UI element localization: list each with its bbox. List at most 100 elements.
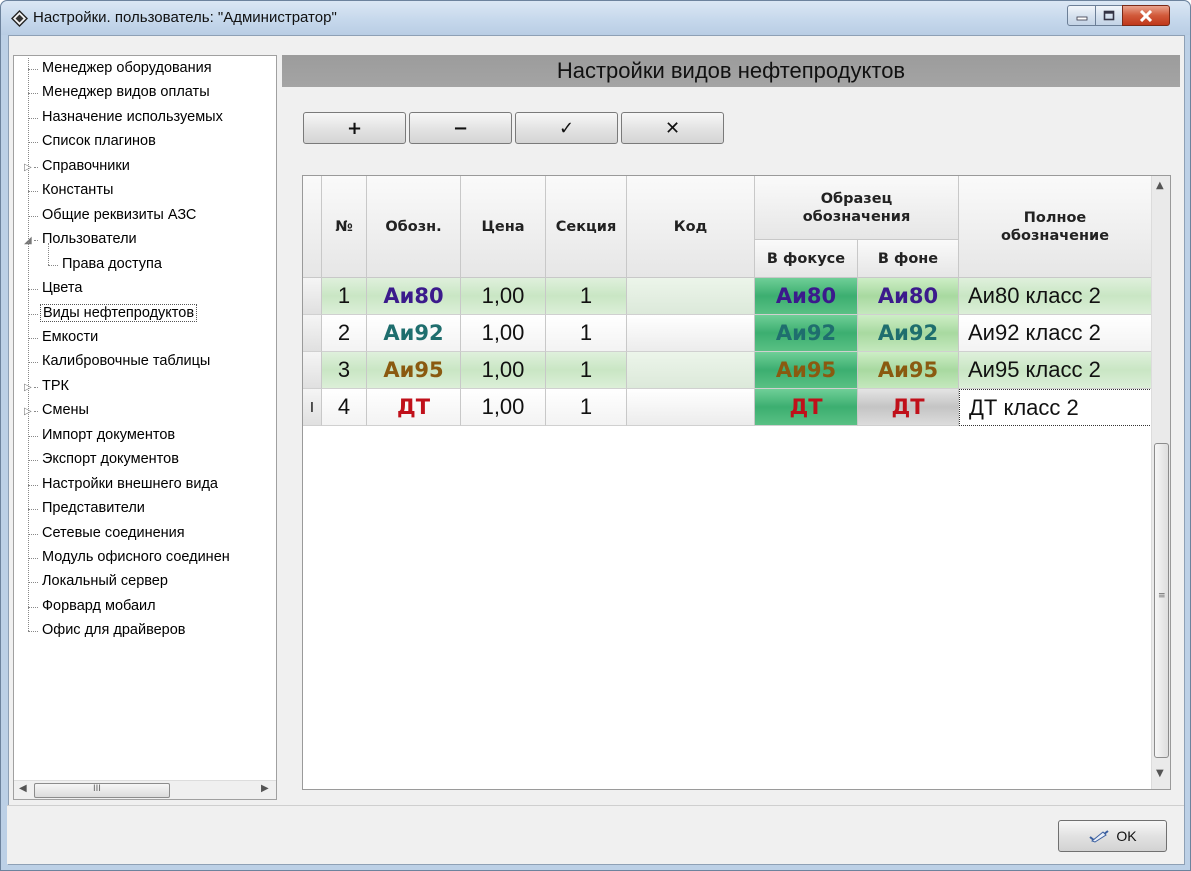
scroll-left-icon[interactable]: ◀	[19, 783, 27, 794]
minimize-button[interactable]	[1067, 5, 1096, 26]
cell-full[interactable]: Аи92 класс 2	[959, 315, 1152, 352]
tree-item[interactable]: Экспорт документов	[14, 449, 276, 471]
tree-connector	[28, 509, 38, 511]
cell-section[interactable]: 1	[546, 389, 627, 426]
tree-item[interactable]: Емкости	[14, 327, 276, 349]
col-header-num[interactable]: №	[322, 176, 367, 278]
tree-item[interactable]: ▷ ТРК	[14, 376, 276, 398]
cell-code[interactable]	[627, 389, 755, 426]
cell-price[interactable]: 1,00	[461, 315, 546, 352]
tree-item[interactable]: Настройки внешнего вида	[14, 474, 276, 496]
cell-in-focus[interactable]: Аи92	[755, 315, 858, 352]
col-header-full[interactable]: Полное обозначение	[959, 176, 1152, 278]
tree-item[interactable]: Представители	[14, 498, 276, 520]
cell-section[interactable]: 1	[546, 278, 627, 315]
tree-connector	[28, 93, 38, 95]
cell-price[interactable]: 1,00	[461, 352, 546, 389]
col-header-code[interactable]: Код	[627, 176, 755, 278]
cell-price[interactable]: 1,00	[461, 389, 546, 426]
scroll-down-icon[interactable]: ▼	[1156, 768, 1164, 779]
grid-vertical-scrollbar[interactable]: ▲ ≡ ▼	[1151, 176, 1170, 789]
tree-item-label: Права доступа	[62, 255, 162, 272]
scroll-thumb[interactable]: ≡	[1154, 443, 1169, 758]
tree-item[interactable]: Права доступа	[14, 254, 276, 276]
scroll-up-icon[interactable]: ▲	[1156, 180, 1164, 191]
cell-in-background[interactable]: ДТ	[858, 389, 959, 426]
tree-item[interactable]: Форвард мобаил	[14, 596, 276, 618]
cell-full[interactable]: Аи95 класс 2	[959, 352, 1152, 389]
tree-item[interactable]: Константы	[14, 180, 276, 202]
tree-item[interactable]: ▷ Справочники	[14, 156, 276, 178]
tree-horizontal-scrollbar[interactable]: ◀ III ▶	[14, 780, 276, 799]
apply-button[interactable]: ✓	[515, 112, 618, 144]
tree-connector	[28, 533, 38, 535]
cancel-button[interactable]: ✕	[621, 112, 724, 144]
cell-short[interactable]: Аи80	[367, 278, 461, 315]
tree-item[interactable]: Менеджер видов оплаты	[14, 82, 276, 104]
col-header-section[interactable]: Секция	[546, 176, 627, 278]
col-header-sample[interactable]: Образец обозначения	[755, 176, 959, 240]
cell-num[interactable]: 1	[322, 278, 367, 315]
cell-price[interactable]: 1,00	[461, 278, 546, 315]
col-header-price[interactable]: Цена	[461, 176, 546, 278]
cell-in-focus[interactable]: Аи95	[755, 352, 858, 389]
maximize-button[interactable]	[1095, 5, 1123, 26]
settings-tree[interactable]: Менеджер оборудования Менеджер видов опла…	[13, 55, 277, 800]
row-indicator	[303, 278, 322, 315]
tree-item[interactable]: ▷ Смены	[14, 400, 276, 422]
cell-in-background[interactable]: Аи80	[858, 278, 959, 315]
cell-code[interactable]	[627, 352, 755, 389]
cell-code[interactable]	[627, 315, 755, 352]
cell-full[interactable]: ДТ класс 2	[959, 389, 1152, 426]
cell-num[interactable]: 4	[322, 389, 367, 426]
title-bar[interactable]: Настройки. пользователь: "Администратор"	[1, 1, 1190, 35]
cell-short[interactable]: Аи95	[367, 352, 461, 389]
col-header-short[interactable]: Обозн.	[367, 176, 461, 278]
tree-item[interactable]: Сетевые соединения	[14, 523, 276, 545]
remove-button[interactable]: −	[409, 112, 512, 144]
tree-connector	[28, 558, 38, 559]
cell-num[interactable]: 3	[322, 352, 367, 389]
tree-connector	[28, 435, 38, 437]
cell-full[interactable]: Аи80 класс 2	[959, 278, 1152, 315]
tree-item[interactable]: Калибровочные таблицы	[14, 351, 276, 373]
products-grid[interactable]: № Обозн. Цена Секция Код Образец обознач…	[302, 175, 1171, 790]
cell-in-background[interactable]: Аи92	[858, 315, 959, 352]
col-header-in-background[interactable]: В фоне	[858, 240, 959, 278]
scroll-right-icon[interactable]: ▶	[261, 783, 269, 794]
tree-item[interactable]: Модуль офисного соединен	[14, 547, 276, 569]
settings-diamond-icon	[11, 10, 28, 27]
tree-item[interactable]: Назначение используемых	[14, 107, 276, 129]
cell-short[interactable]: ДТ	[367, 389, 461, 426]
col-header-in-focus[interactable]: В фокусе	[755, 240, 858, 278]
grip-icon: ≡	[1158, 591, 1166, 601]
tree-item[interactable]: Виды нефтепродуктов	[14, 303, 276, 325]
tree-item[interactable]: ◢ Пользователи	[14, 229, 276, 251]
tree-item-label: Емкости	[42, 328, 99, 345]
cell-code[interactable]	[627, 278, 755, 315]
tree-item[interactable]: Менеджер оборудования	[14, 58, 276, 80]
window-title: Настройки. пользователь: "Администратор"	[33, 9, 337, 26]
cell-num[interactable]: 2	[322, 315, 367, 352]
tree-item[interactable]: Список плагинов	[14, 131, 276, 153]
tree-item[interactable]: Общие реквизиты АЗС	[14, 205, 276, 227]
tree-item-label: Модуль офисного соединен	[42, 549, 230, 565]
minimize-icon	[1076, 16, 1087, 20]
tree-item[interactable]: Импорт документов	[14, 425, 276, 447]
cell-short[interactable]: Аи92	[367, 315, 461, 352]
sample-in-focus: Аи95	[775, 358, 837, 382]
tree-item[interactable]: Цвета	[14, 278, 276, 300]
cell-in-focus[interactable]: Аи80	[755, 278, 858, 315]
cell-section[interactable]: 1	[546, 352, 627, 389]
scroll-thumb[interactable]: III	[34, 783, 170, 798]
ok-button[interactable]: OK	[1058, 820, 1167, 852]
add-button[interactable]: +	[303, 112, 406, 144]
tree-item[interactable]: Локальный сервер	[14, 571, 276, 593]
cell-in-background[interactable]: Аи95	[858, 352, 959, 389]
cell-section[interactable]: 1	[546, 315, 627, 352]
tree-item-label: Справочники	[42, 157, 130, 174]
ok-check-icon	[1089, 830, 1109, 843]
cell-in-focus[interactable]: ДТ	[755, 389, 858, 426]
close-button[interactable]	[1122, 5, 1170, 26]
tree-item[interactable]: Офис для драйверов	[14, 620, 276, 642]
